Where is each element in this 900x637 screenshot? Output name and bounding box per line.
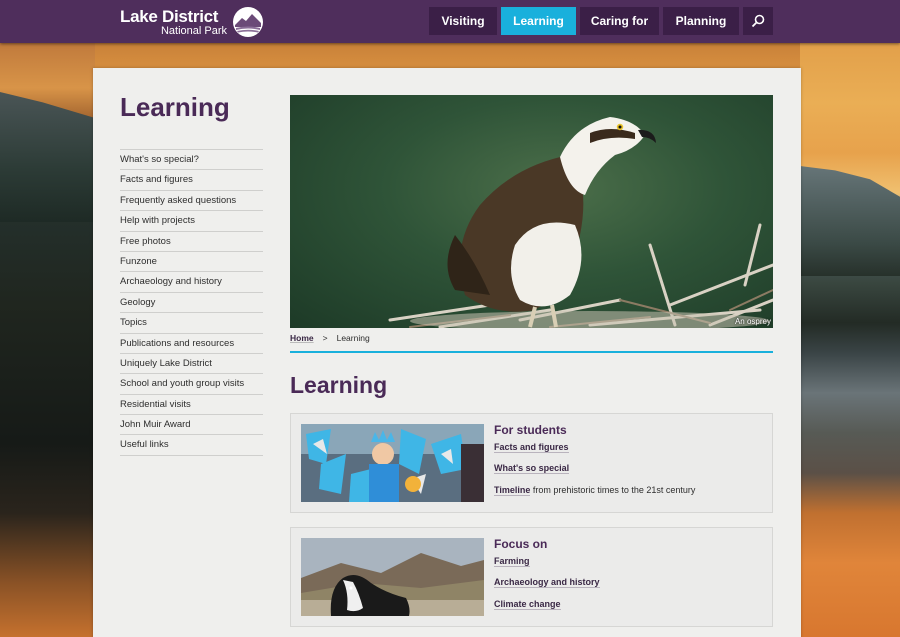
- card-link-row: Facts and figures: [494, 442, 569, 453]
- link-whats-so-special[interactable]: What's so special: [494, 463, 570, 474]
- card-link-row: Timeline from prehistoric times to the 2…: [494, 485, 696, 496]
- nav-caring-for[interactable]: Caring for: [580, 7, 659, 35]
- hero-caption: An osprey: [734, 317, 771, 326]
- card-heading-for-students: For students: [494, 423, 567, 437]
- link-farming[interactable]: Farming: [494, 556, 530, 567]
- card-heading-focus-on: Focus on: [494, 537, 548, 551]
- site-logo[interactable]: Lake District National Park: [120, 7, 265, 37]
- card-link-row: What's so special: [494, 463, 570, 474]
- sidebar-item-uniquely-lake-district[interactable]: Uniquely Lake District: [120, 354, 263, 375]
- osprey-illustration: [388, 117, 773, 328]
- card-link-row: Climate change: [494, 599, 561, 610]
- card-link-row: Archaeology and history: [494, 577, 600, 588]
- top-navigation-bar: Lake District National Park Visiting Lea…: [0, 0, 900, 43]
- link-timeline[interactable]: Timeline: [494, 485, 531, 496]
- nav-visiting[interactable]: Visiting: [429, 7, 497, 35]
- sidebar-item-faq[interactable]: Frequently asked questions: [120, 191, 263, 212]
- nav-learning[interactable]: Learning: [501, 7, 576, 35]
- sidebar-item-help-with-projects[interactable]: Help with projects: [120, 211, 263, 232]
- sidebar-item-publications[interactable]: Publications and resources: [120, 334, 263, 354]
- sidebar-item-residential-visits[interactable]: Residential visits: [120, 395, 263, 416]
- sidebar-item-geology[interactable]: Geology: [120, 293, 263, 314]
- sidebar-title: Learning: [120, 92, 230, 122]
- hero-image-osprey: An osprey: [290, 95, 773, 328]
- logo-emblem-icon: [233, 7, 263, 37]
- card-focus-on: Focus on Farming Archaeology and history…: [290, 527, 773, 627]
- focus-on-thumbnail-image[interactable]: [301, 538, 484, 616]
- breadcrumb-separator: >: [322, 333, 328, 343]
- sidebar-item-topics[interactable]: Topics: [120, 313, 263, 334]
- logo-title: Lake District: [120, 7, 219, 26]
- sidebar-item-archaeology-and-history[interactable]: Archaeology and history: [120, 272, 263, 293]
- link-climate-change[interactable]: Climate change: [494, 599, 561, 610]
- sidebar-item-facts-and-figures[interactable]: Facts and figures: [120, 170, 263, 191]
- link-archaeology-and-history[interactable]: Archaeology and history: [494, 577, 600, 588]
- sidebar-item-free-photos[interactable]: Free photos: [120, 232, 263, 252]
- sidebar-menu: What's so special? Facts and figures Fre…: [120, 149, 263, 456]
- card-link-row: Farming: [494, 556, 530, 567]
- page-title: Learning: [290, 372, 388, 398]
- breadcrumb-home-link[interactable]: Home: [290, 333, 314, 343]
- sidebar-item-school-visits[interactable]: School and youth group visits: [120, 374, 263, 395]
- logo-subtitle: National Park: [160, 25, 227, 37]
- sidebar-item-funzone[interactable]: Funzone: [120, 252, 263, 273]
- link-facts-and-figures[interactable]: Facts and figures: [494, 442, 569, 453]
- link-suffix-text: from prehistoric times to the 21st centu…: [530, 485, 696, 495]
- breadcrumb: Home > Learning: [290, 333, 370, 343]
- breadcrumb-divider: [290, 351, 773, 353]
- card-for-students: For students Facts and figures What's so…: [290, 413, 773, 513]
- nav-planning[interactable]: Planning: [663, 7, 739, 35]
- sidebar-item-john-muir-award[interactable]: John Muir Award: [120, 415, 263, 436]
- search-button[interactable]: [743, 7, 773, 35]
- students-thumbnail-image[interactable]: [301, 424, 484, 502]
- search-icon: [751, 14, 765, 28]
- background-right-scene: [800, 43, 900, 637]
- sidebar-item-whats-so-special[interactable]: What's so special?: [120, 150, 263, 171]
- breadcrumb-current: Learning: [336, 333, 370, 343]
- sidebar-item-useful-links[interactable]: Useful links: [120, 435, 263, 456]
